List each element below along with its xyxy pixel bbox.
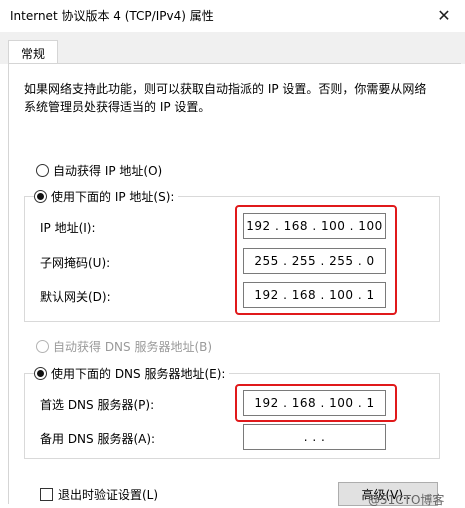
preferred-dns-label: 首选 DNS 服务器(P): (40, 398, 155, 412)
watermark: @51CTO博客 (368, 493, 445, 507)
manual-dns-label: 使用下面的 DNS 服务器地址(E): (51, 367, 226, 381)
manual-ip-label: 使用下面的 IP 地址(S): (51, 190, 175, 204)
radio-selected-icon (34, 190, 47, 203)
close-icon[interactable]: ✕ (433, 4, 455, 26)
default-gateway-label: 默认网关(D): (40, 290, 111, 304)
window-title: Internet 协议版本 4 (TCP/IPv4) 属性 (10, 9, 214, 23)
radio-icon (36, 164, 49, 177)
highlight-box-ip (235, 205, 397, 315)
subnet-mask-label: 子网掩码(U): (40, 256, 111, 270)
highlight-box-dns (235, 384, 397, 422)
ipv4-properties-dialog: Internet 协议版本 4 (TCP/IPv4) 属性 ✕ 常规 如果网络支… (0, 0, 465, 508)
alternate-dns-input[interactable]: . . . (243, 424, 386, 450)
auto-dns-radio[interactable]: 自动获得 DNS 服务器地址(B) (36, 338, 212, 355)
auto-ip-label: 自动获得 IP 地址(O) (53, 164, 163, 178)
validate-settings-checkbox[interactable]: 退出时验证设置(L) (40, 486, 158, 503)
alternate-dns-label: 备用 DNS 服务器(A): (40, 432, 156, 446)
auto-ip-radio[interactable]: 自动获得 IP 地址(O) (36, 162, 162, 179)
description-text: 如果网络支持此功能，则可以获取自动指派的 IP 设置。否则，你需要从网络系统管理… (24, 82, 427, 114)
tab-general[interactable]: 常规 (8, 40, 58, 65)
manual-ip-radio[interactable]: 使用下面的 IP 地址(S): (34, 188, 179, 205)
checkbox-icon (40, 488, 53, 501)
tab-bar: 常规 (0, 32, 465, 65)
title-bar: Internet 协议版本 4 (TCP/IPv4) 属性 ✕ (0, 0, 465, 32)
manual-dns-radio[interactable]: 使用下面的 DNS 服务器地址(E): (34, 365, 230, 382)
validate-settings-label: 退出时验证设置(L) (58, 488, 159, 502)
radio-icon (36, 340, 49, 353)
radio-selected-icon (34, 367, 47, 380)
ip-address-label: IP 地址(I): (40, 221, 96, 235)
auto-dns-label: 自动获得 DNS 服务器地址(B) (53, 340, 213, 354)
